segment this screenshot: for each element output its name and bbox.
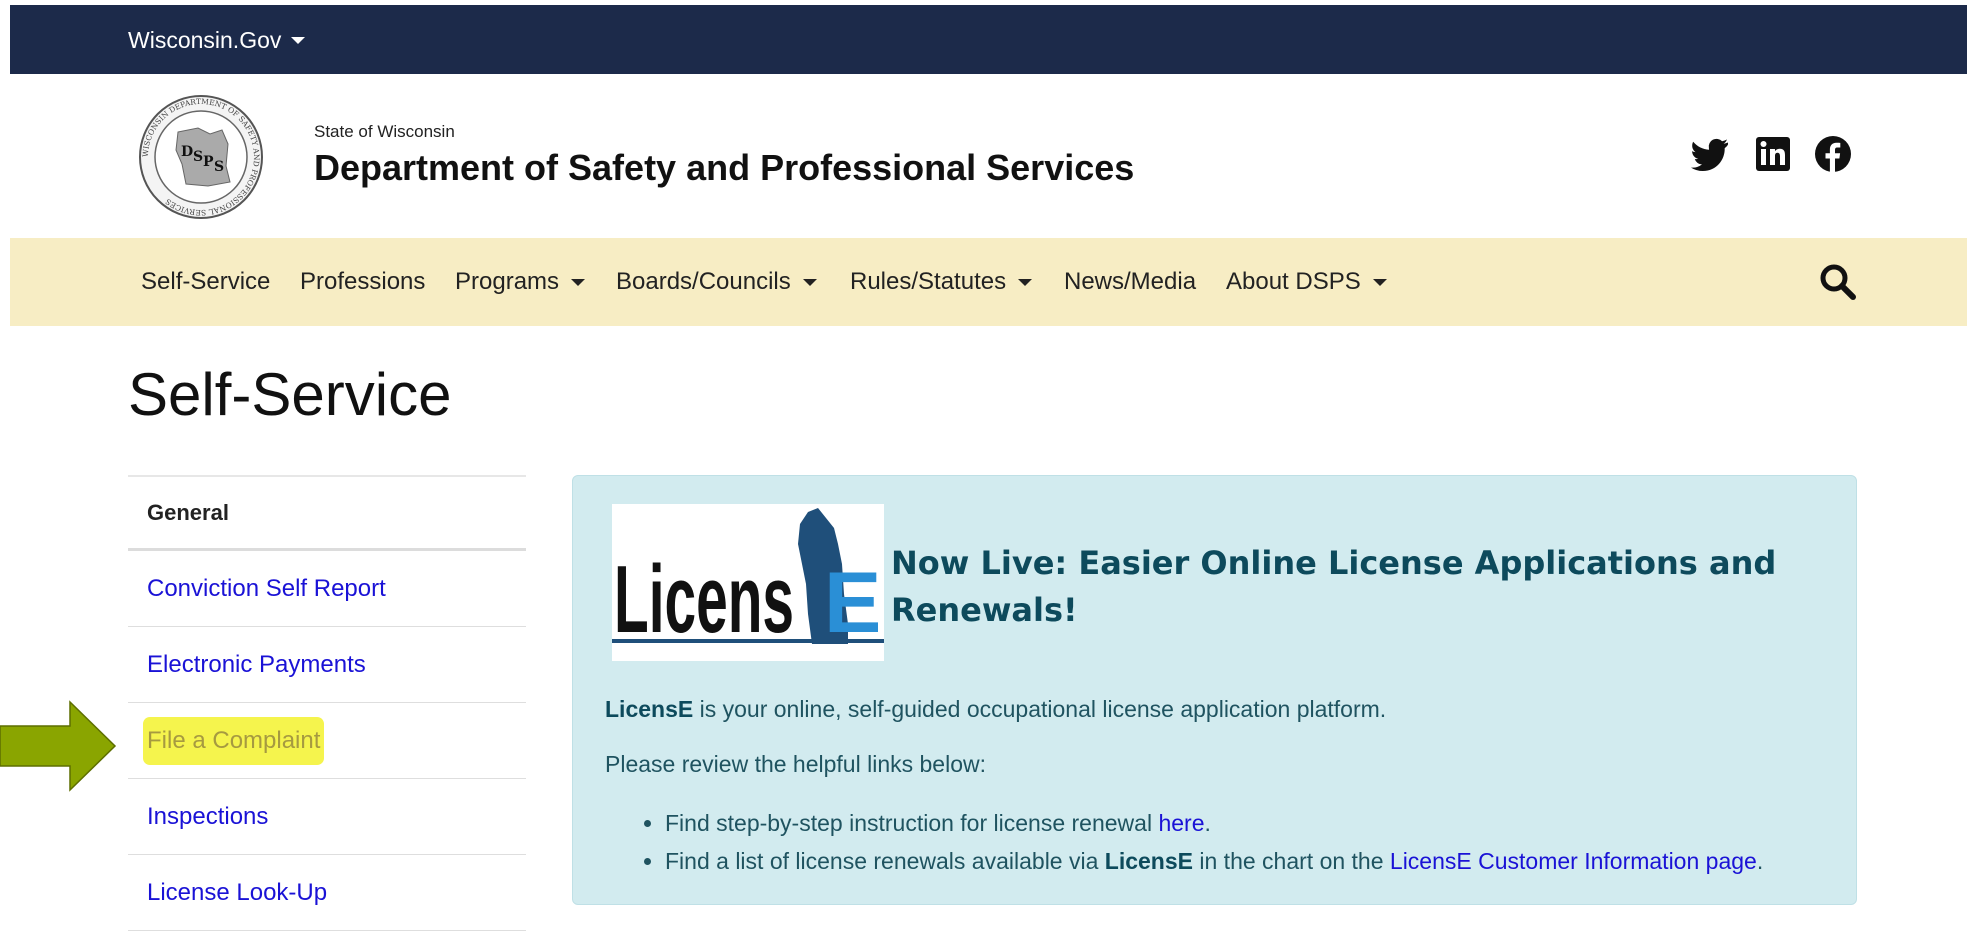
card-intro: LicensE is your online, self-guided occu… [605,696,1386,723]
search-icon[interactable] [1818,262,1858,302]
list-text: Find step-by-step instruction for licens… [665,810,1159,836]
department-name[interactable]: Department of Safety and Professional Se… [314,147,1134,189]
licensee-bold: LicensE [1104,848,1193,874]
chevron-down-icon [291,37,306,44]
nav-label: About DSPS [1226,268,1361,295]
logo-letter-e: E [824,555,881,651]
twitter-icon[interactable] [1690,134,1730,174]
licensee-announcement-card: Licens E Now Live: Easier Online License… [572,475,1857,905]
list-text: in the chart on the [1193,848,1390,874]
top-bar: Wisconsin.Gov [10,5,1967,74]
customer-information-link[interactable]: LicensE Customer Information page [1390,848,1757,874]
wisconsin-gov-label: Wisconsin.Gov [128,27,282,53]
list-item: Find a list of license renewals availabl… [665,842,1825,880]
nav-item-self-service[interactable]: Self-Service [141,268,270,296]
list-text: . [1204,810,1211,836]
nav-label: Self-Service [141,268,271,295]
logo-text: Licens [614,546,794,653]
nav-item-boards-councils[interactable]: Boards/Councils [616,268,817,296]
page-title: Self-Service [128,361,452,428]
list-text: Find a list of license renewals availabl… [665,848,1105,874]
sidebar-item-conviction-self-report[interactable]: Conviction Self Report [128,551,526,627]
nav-item-news-media[interactable]: News/Media [1064,268,1196,296]
card-instructions: Please review the helpful links below: [605,751,986,777]
nav-label: News/Media [1064,268,1197,295]
list-text: . [1756,848,1764,874]
linkedin-icon[interactable] [1753,134,1793,174]
chevron-down-icon [571,278,586,286]
helpful-links-list: Find step-by-step instruction for licens… [635,804,1825,880]
sidebar-item-label[interactable]: Conviction Self Report [147,575,386,603]
sidebar-item-label[interactable]: Electronic Payments [147,651,366,679]
main-nav: Self-Service Professions Programs Boards… [10,238,1967,326]
list-item: Find step-by-step instruction for licens… [665,804,1825,842]
sidebar-item-label[interactable]: Inspections [147,803,268,831]
arrow-icon [0,700,117,792]
seal-letter: D [181,144,193,160]
chevron-down-icon [802,278,817,286]
licensee-logo: Licens E [612,504,884,661]
seal-letter: S [214,159,224,175]
nav-label: Professions [300,268,426,295]
chevron-down-icon [1372,278,1387,286]
nav-label: Programs [455,268,560,295]
intro-text: is your online, self-guided occupational… [693,696,1387,722]
sidebar: General Conviction Self Report Electroni… [128,475,526,931]
sidebar-item-license-look-up[interactable]: License Look-Up [128,855,526,931]
wisconsin-gov-menu[interactable]: Wisconsin.Gov [128,27,306,54]
dsps-seal-logo[interactable]: WISCONSIN DEPARTMENT OF SAFETY AND PROFE… [138,94,264,220]
nav-item-rules-statutes[interactable]: Rules/Statutes [850,268,1033,296]
seal-letter: P [203,154,214,170]
sidebar-heading: General [128,475,526,551]
sidebar-item-inspections[interactable]: Inspections [128,779,526,855]
chevron-down-icon [1018,278,1033,286]
nav-label: Boards/Councils [616,268,791,295]
sidebar-item-file-a-complaint[interactable]: File a Complaint [128,703,526,779]
nav-item-professions[interactable]: Professions [300,268,425,296]
nav-label: Rules/Statutes [850,268,1007,295]
licensee-bold: LicensE [605,696,694,722]
nav-item-about-dsps[interactable]: About DSPS [1226,268,1387,296]
nav-item-programs[interactable]: Programs [455,268,586,296]
state-name: State of Wisconsin [314,122,455,141]
card-heading: Now Live: Easier Online License Applicat… [891,544,1777,629]
sidebar-item-label[interactable]: File a Complaint [147,720,321,761]
sidebar-item-electronic-payments[interactable]: Electronic Payments [128,627,526,703]
facebook-icon[interactable] [1813,134,1853,174]
seal-letter: S [193,149,203,165]
renewal-instructions-link[interactable]: here [1158,810,1204,836]
site-header: WISCONSIN DEPARTMENT OF SAFETY AND PROFE… [10,74,1967,238]
